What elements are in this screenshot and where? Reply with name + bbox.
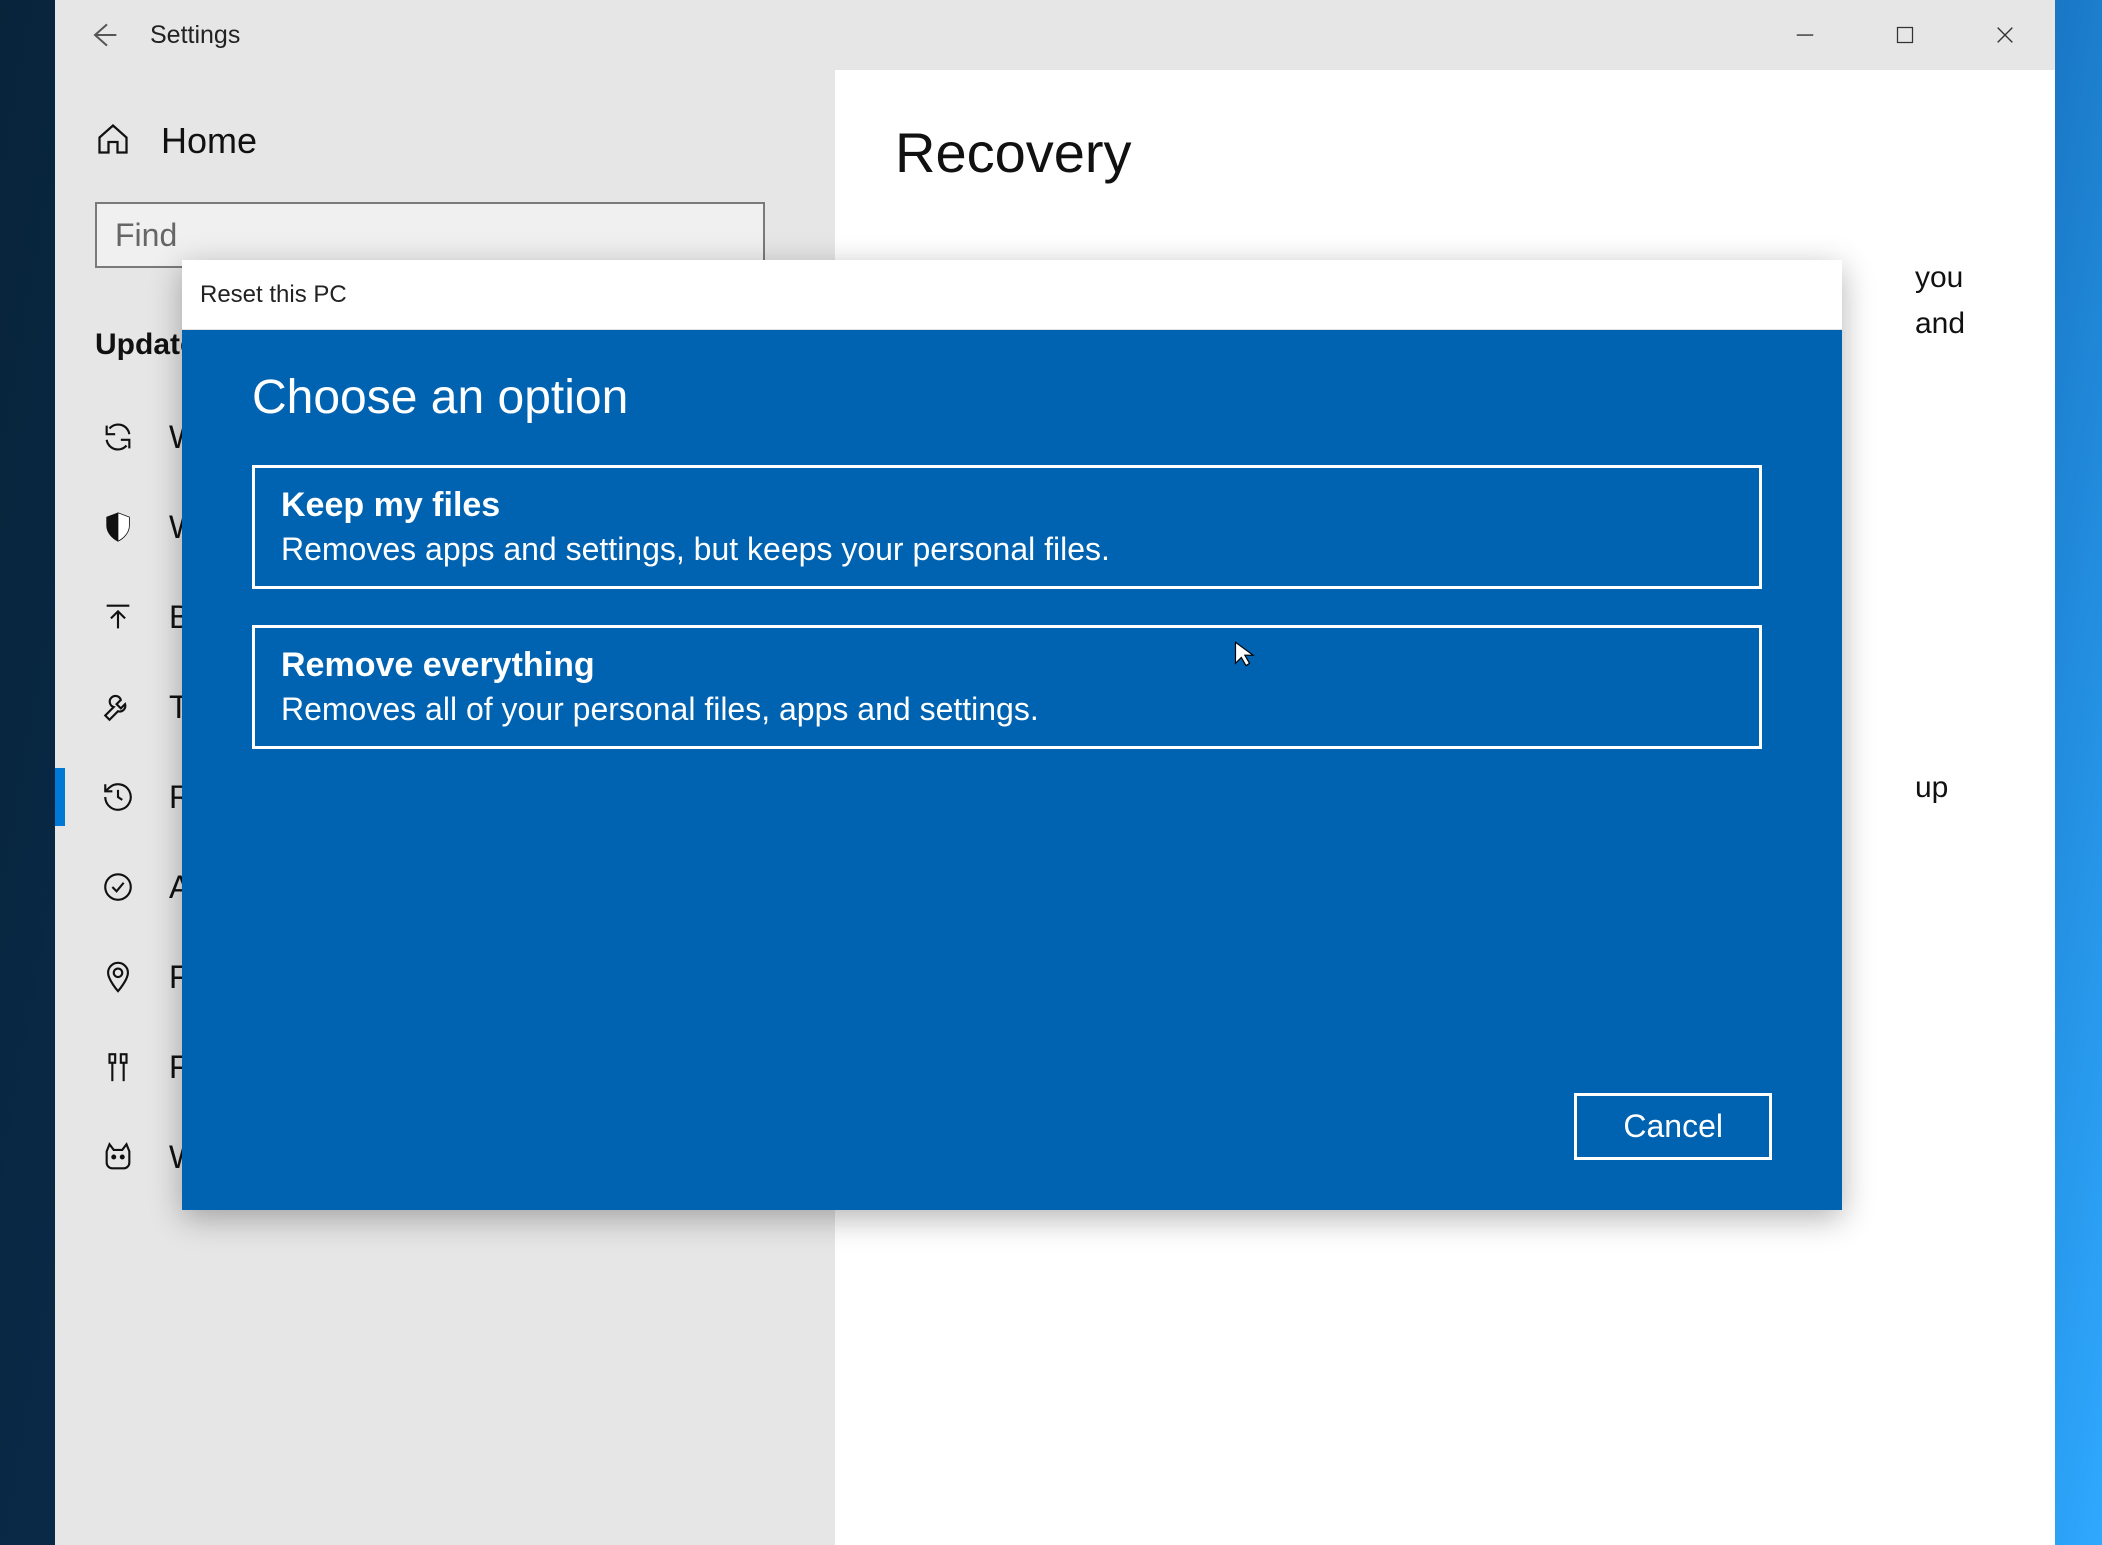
back-button[interactable] [55,0,150,70]
option-desc: Removes apps and settings, but keeps you… [281,531,1733,568]
upload-icon [99,600,137,634]
search-input[interactable]: Find [95,202,765,268]
window-title: Settings [150,21,240,50]
search-placeholder: Find [115,217,177,254]
history-icon [99,780,137,814]
sidebar-home[interactable]: Home [95,120,795,162]
page-title: Recovery [895,120,1995,185]
close-button[interactable] [1955,0,2055,70]
maximize-icon [1895,25,1915,45]
body-text-fragment: you [1915,255,1963,300]
dialog-title: Reset this PC [182,260,1842,330]
reset-pc-dialog: Reset this PC Choose an option Keep my f… [182,260,1842,1210]
close-icon [1994,24,2016,46]
wrench-icon [99,690,137,724]
sidebar-home-label: Home [161,120,257,162]
dialog-heading: Choose an option [252,370,1772,425]
location-icon [99,960,137,994]
home-icon [95,121,131,162]
ninja-cat-icon [99,1140,137,1174]
option-desc: Removes all of your personal files, apps… [281,691,1733,728]
minimize-icon [1794,24,1816,46]
sync-icon [99,420,137,454]
check-circle-icon [99,870,137,904]
option-title: Remove everything [281,646,1733,685]
arrow-left-icon [87,19,119,51]
titlebar: Settings [55,0,2055,70]
caption-buttons [1755,0,2055,70]
option-keep-my-files[interactable]: Keep my files Removes apps and settings,… [252,465,1762,589]
body-text-fragment: and [1915,301,1965,346]
cancel-button[interactable]: Cancel [1574,1093,1772,1160]
shield-icon [99,510,137,544]
option-title: Keep my files [281,486,1733,525]
developer-icon [99,1050,137,1084]
cursor-icon [1232,640,1260,668]
body-text-fragment: up [1915,765,1948,810]
minimize-button[interactable] [1755,0,1855,70]
option-remove-everything[interactable]: Remove everything Removes all of your pe… [252,625,1762,749]
maximize-button[interactable] [1855,0,1955,70]
